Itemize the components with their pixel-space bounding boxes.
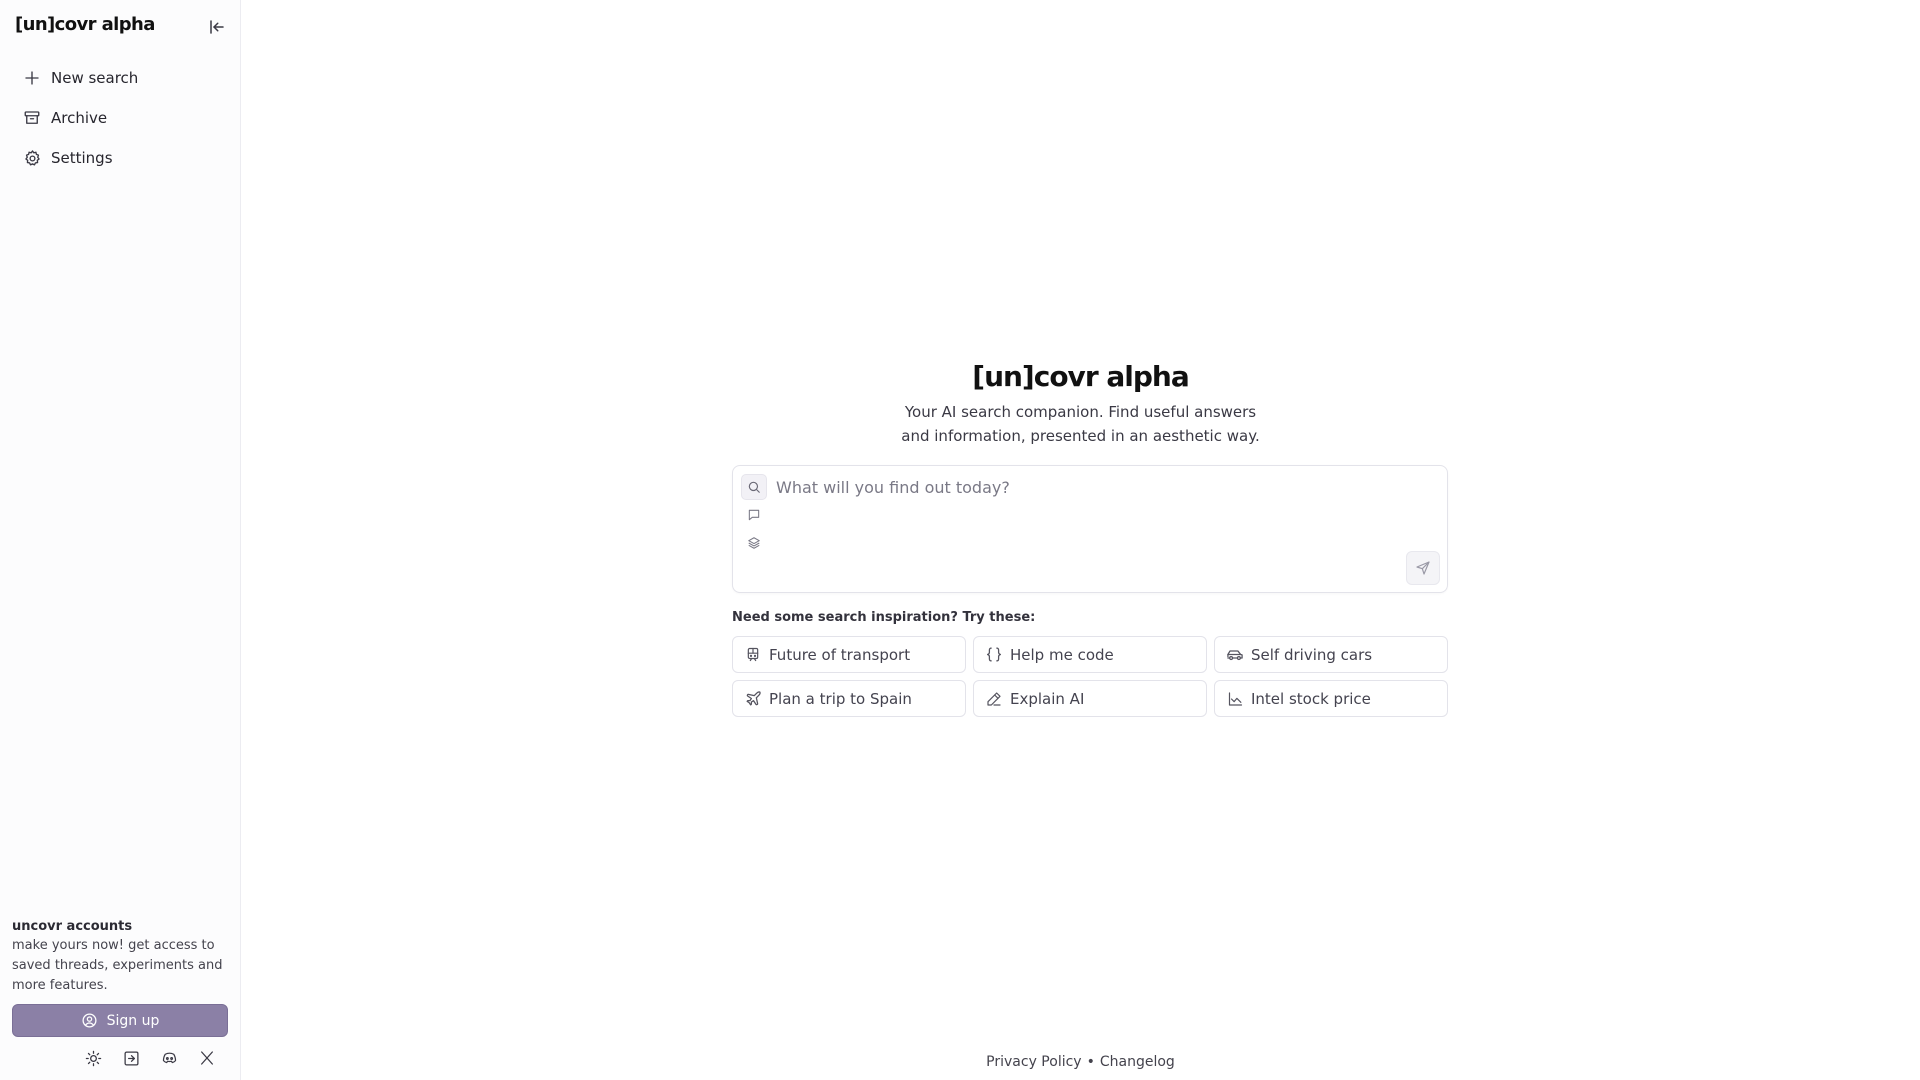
sidebar-item-new-search[interactable]: New search bbox=[12, 58, 230, 98]
layers-mode-button[interactable] bbox=[741, 530, 767, 556]
footer-separator: • bbox=[1086, 1054, 1095, 1070]
accounts-title: uncovr accounts bbox=[12, 919, 133, 934]
car-icon bbox=[1225, 645, 1245, 665]
braces-icon bbox=[984, 645, 1004, 665]
suggestion-label: Help me code bbox=[1010, 645, 1114, 664]
search-mode-button[interactable] bbox=[741, 474, 767, 500]
footer-links: Privacy Policy • Changelog bbox=[0, 1054, 1920, 1070]
search-box bbox=[732, 465, 1448, 593]
send-button[interactable] bbox=[1406, 551, 1440, 585]
sidebar-item-label: Settings bbox=[51, 149, 113, 167]
train-icon bbox=[743, 645, 763, 665]
suggestion-intel-stock-price[interactable]: Intel stock price bbox=[1214, 680, 1448, 717]
privacy-policy-link[interactable]: Privacy Policy bbox=[986, 1054, 1081, 1070]
search-mode-icons bbox=[741, 474, 767, 558]
message-icon bbox=[748, 509, 760, 521]
suggestion-self-driving-cars[interactable]: Self driving cars bbox=[1214, 636, 1448, 673]
layers-icon bbox=[748, 537, 760, 549]
chat-mode-button[interactable] bbox=[741, 502, 767, 528]
collapse-sidebar-button[interactable] bbox=[205, 15, 229, 39]
send-icon bbox=[1416, 561, 1430, 575]
sidebar-item-label: New search bbox=[51, 69, 139, 87]
inspiration-label: Need some search inspiration? Try these: bbox=[732, 610, 1036, 625]
suggestion-label: Self driving cars bbox=[1251, 645, 1373, 664]
plus-icon bbox=[22, 68, 42, 88]
sign-up-label: Sign up bbox=[106, 1012, 160, 1029]
accounts-promo: uncovr accounts make yours now! get acce… bbox=[12, 917, 228, 996]
tagline: Your AI search companion. Find useful an… bbox=[0, 400, 1920, 448]
tagline-text: Your AI search companion. Find useful an… bbox=[901, 403, 1260, 445]
plane-icon bbox=[743, 689, 763, 709]
sidebar-logo[interactable]: [un]covr alpha bbox=[15, 14, 155, 35]
suggestion-help-me-code[interactable]: Help me code bbox=[973, 636, 1207, 673]
sidebar-nav: New search Archive Settings bbox=[12, 58, 230, 178]
search-icon bbox=[748, 481, 760, 493]
main-logo-text: [un]covr alpha bbox=[972, 360, 1189, 393]
suggestion-label: Future of transport bbox=[769, 645, 911, 664]
changelog-link[interactable]: Changelog bbox=[1100, 1054, 1175, 1070]
collapse-left-icon bbox=[210, 20, 224, 34]
gear-icon bbox=[22, 148, 42, 168]
main-logo: [un]covr alpha bbox=[0, 360, 1920, 393]
suggestion-label: Intel stock price bbox=[1251, 689, 1371, 708]
suggestion-explain-ai[interactable]: Explain AI bbox=[973, 680, 1207, 717]
sign-up-button[interactable]: Sign up bbox=[12, 1004, 228, 1037]
suggestion-chips: Future of transport Help me code Self dr… bbox=[732, 636, 1448, 717]
sidebar: [un]covr alpha New search Archive Settin… bbox=[0, 0, 241, 1080]
suggestion-plan-a-trip-to-spain[interactable]: Plan a trip to Spain bbox=[732, 680, 966, 717]
search-input[interactable] bbox=[776, 474, 1376, 500]
chart-icon bbox=[1225, 689, 1245, 709]
archive-icon bbox=[22, 108, 42, 128]
sidebar-item-settings[interactable]: Settings bbox=[12, 138, 230, 178]
sidebar-item-archive[interactable]: Archive bbox=[12, 98, 230, 138]
user-circle-icon bbox=[81, 1012, 99, 1030]
accounts-description: make yours now! get access to saved thre… bbox=[12, 938, 223, 993]
pencil-icon bbox=[984, 689, 1004, 709]
suggestion-future-of-transport[interactable]: Future of transport bbox=[732, 636, 966, 673]
suggestion-label: Explain AI bbox=[1010, 689, 1085, 708]
suggestion-label: Plan a trip to Spain bbox=[769, 689, 912, 708]
sidebar-item-label: Archive bbox=[51, 109, 108, 127]
